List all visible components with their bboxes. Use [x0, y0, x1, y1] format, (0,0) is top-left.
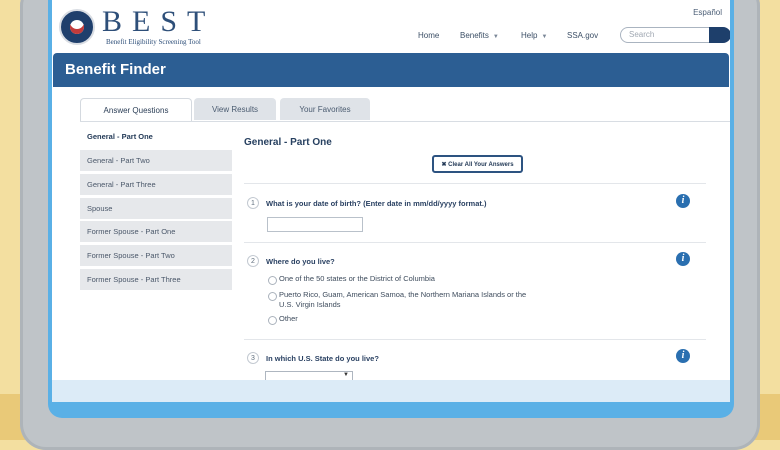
section-title: General - Part One: [244, 137, 332, 148]
chevron-down-icon: ▼: [343, 372, 349, 378]
sidebar-item-general-part-two[interactable]: General - Part Two: [80, 150, 232, 171]
radio-other[interactable]: [268, 316, 277, 325]
espanol-link[interactable]: Español: [693, 8, 722, 17]
radio-label: One of the 50 states or the District of …: [279, 274, 435, 283]
best-logo-subtitle: Benefit Eligibility Screening Tool: [106, 38, 201, 46]
tab-answer-questions[interactable]: Answer Questions: [80, 98, 192, 121]
page-footer-strip: [52, 380, 730, 402]
question-number: 2: [247, 255, 259, 267]
best-logo-title[interactable]: BEST: [102, 6, 215, 38]
clear-all-answers-button[interactable]: ✖ Clear All Your Answers: [432, 155, 523, 173]
divider: [244, 183, 706, 184]
nav-home-label: Home: [418, 31, 440, 40]
nav-help-label: Help: [521, 31, 538, 40]
radio-label: Puerto Rico, Guam, American Samoa, the N…: [279, 290, 527, 309]
sidebar-item-spouse[interactable]: Spouse: [80, 198, 232, 219]
state-select[interactable]: [265, 371, 353, 380]
sidebar-item-former-spouse-part-one[interactable]: Former Spouse - Part One: [80, 221, 232, 242]
divider: [244, 339, 706, 340]
question-number: 1: [247, 197, 259, 209]
question-text: What is your date of birth? (Enter date …: [266, 199, 487, 208]
tab-your-favorites[interactable]: Your Favorites: [280, 98, 370, 120]
sidebar-item-former-spouse-part-three[interactable]: Former Spouse - Part Three: [80, 269, 232, 290]
search-button[interactable]: [709, 27, 730, 43]
question-text: Where do you live?: [266, 257, 335, 266]
web-page: Español BEST Benefit Eligibility Screeni…: [52, 0, 730, 380]
nav-benefits[interactable]: Benefits ▼: [460, 31, 499, 40]
sidebar-item-general-part-three[interactable]: General - Part Three: [80, 174, 232, 195]
info-icon[interactable]: i: [676, 252, 690, 266]
nav-help[interactable]: Help ▼: [521, 31, 547, 40]
sidebar-item-general-part-one[interactable]: General - Part One: [80, 126, 232, 147]
radio-50-states[interactable]: [268, 276, 277, 285]
close-icon: ✖: [441, 162, 447, 168]
question-number: 3: [247, 352, 259, 364]
chevron-down-icon: ▼: [492, 34, 499, 40]
nav-home[interactable]: Home: [418, 31, 439, 40]
chevron-down-icon: ▼: [541, 34, 548, 40]
info-icon[interactable]: i: [676, 349, 690, 363]
clear-all-answers-label: Clear All Your Answers: [448, 162, 514, 168]
nav-ssa-gov[interactable]: SSA.gov: [567, 31, 598, 40]
sidebar-item-former-spouse-part-two[interactable]: Former Spouse - Part Two: [80, 245, 232, 266]
page-title: Benefit Finder: [65, 61, 166, 78]
nav-benefits-label: Benefits: [460, 31, 489, 40]
info-icon[interactable]: i: [676, 194, 690, 208]
page-banner: Benefit Finder: [53, 53, 729, 87]
radio-label: Other: [279, 314, 298, 323]
screen: Español BEST Benefit Eligibility Screeni…: [48, 0, 734, 418]
divider: [244, 242, 706, 243]
question-text: In which U.S. State do you live?: [266, 354, 379, 363]
tab-view-results[interactable]: View Results: [194, 98, 276, 120]
search-input[interactable]: Search: [620, 27, 710, 43]
date-of-birth-input[interactable]: [267, 217, 363, 232]
ssa-seal-logo: [59, 9, 95, 45]
nav-ssa-gov-label: SSA.gov: [567, 31, 599, 40]
radio-territories[interactable]: [268, 292, 277, 301]
